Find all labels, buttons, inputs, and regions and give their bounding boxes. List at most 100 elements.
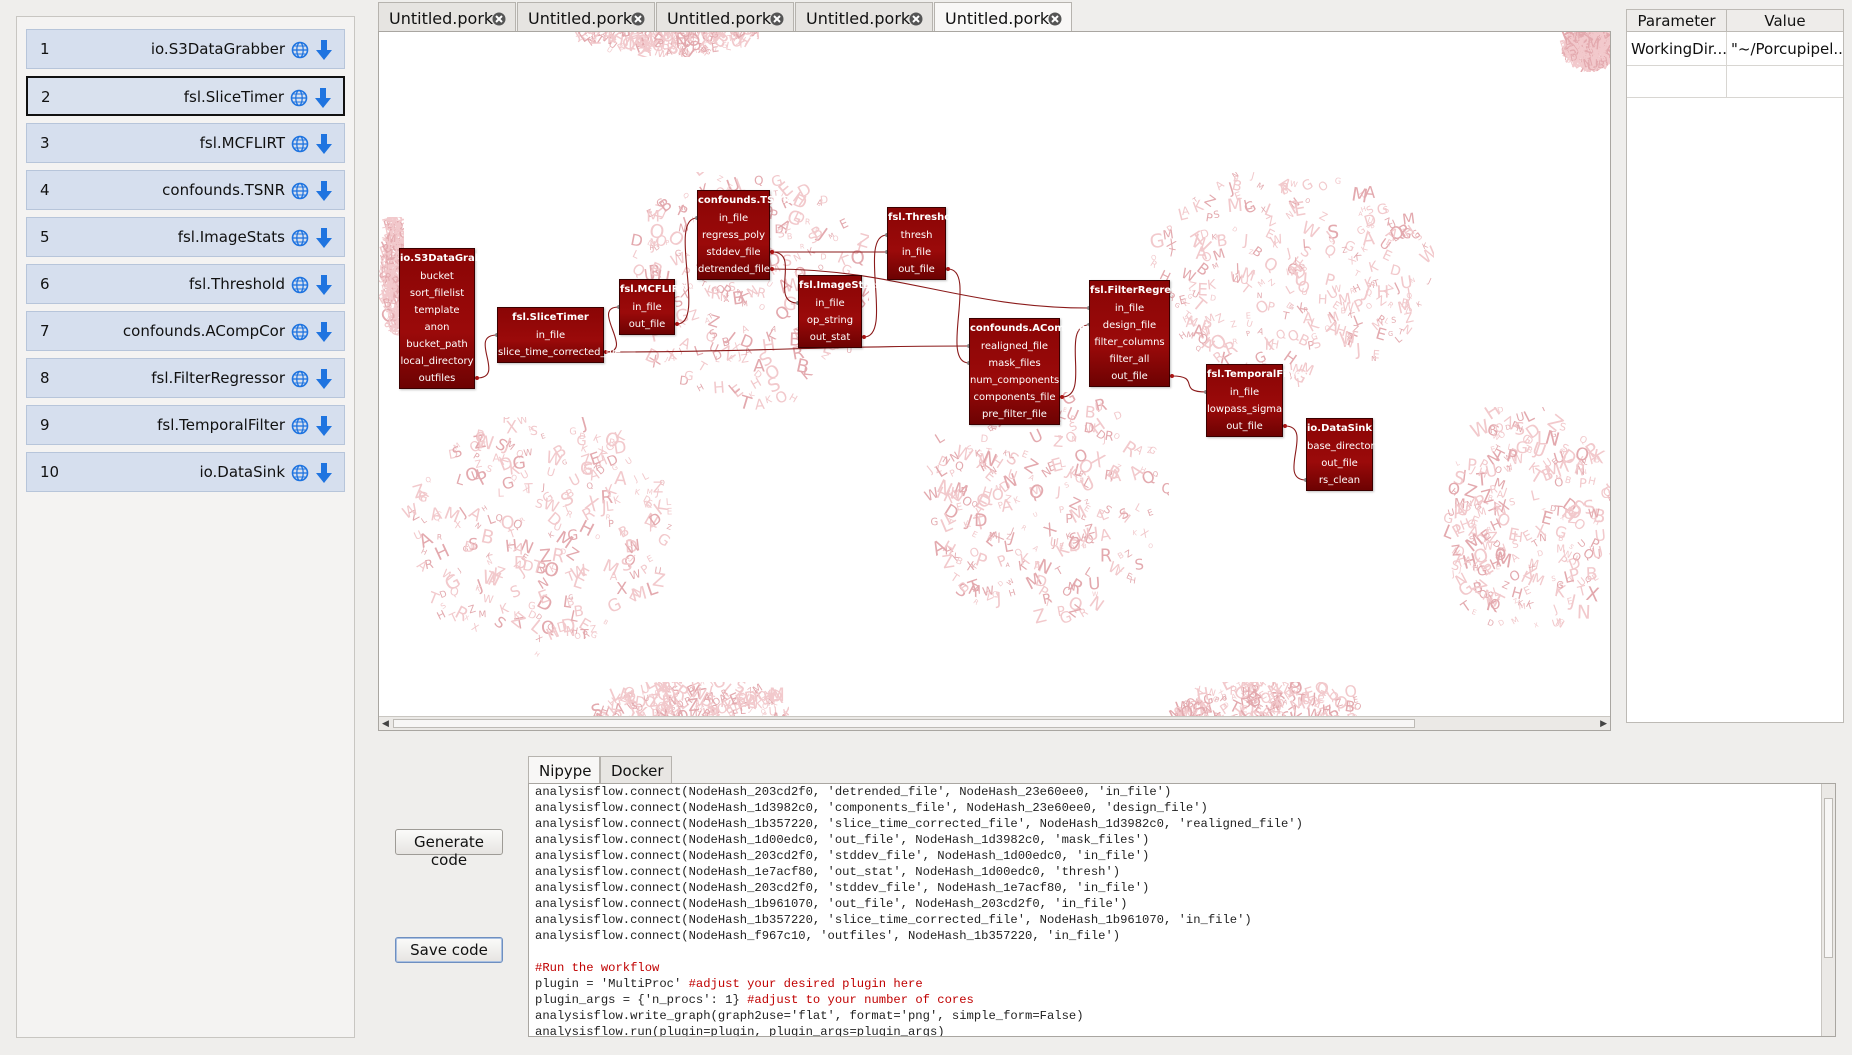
code-text[interactable]: analysisflow.connect(NodeHash_203cd2f0, …: [535, 784, 1303, 1036]
output-port-dot[interactable]: [1170, 374, 1174, 378]
output-port-dot[interactable]: [675, 322, 679, 326]
graph-node-port[interactable]: out_stat: [799, 329, 861, 346]
graph-node-port[interactable]: stddev_file: [698, 244, 769, 261]
close-tab-icon[interactable]: [1048, 12, 1062, 26]
globe-icon[interactable]: [291, 135, 309, 153]
download-arrow-icon[interactable]: [316, 415, 332, 437]
workflow-canvas[interactable]: MAMRBPDAQSJPWHUEAQAOXAPHWGASWRDGDUOBZMGO…: [378, 31, 1611, 731]
vertical-scroll-thumb[interactable]: [1824, 798, 1833, 958]
graph-node-port[interactable]: mask_files: [970, 355, 1059, 372]
node-list-item[interactable]: 3 fsl.MCFLIRT: [26, 123, 345, 163]
globe-icon[interactable]: [291, 464, 309, 482]
file-tab[interactable]: Untitled.pork: [934, 2, 1072, 33]
graph-node-port[interactable]: regress_poly: [698, 227, 769, 244]
download-arrow-icon[interactable]: [316, 133, 332, 155]
output-port-dot[interactable]: [862, 335, 866, 339]
node-list-item[interactable]: 6 fsl.Threshold: [26, 264, 345, 304]
output-port-dot[interactable]: [1060, 395, 1064, 399]
code-editor[interactable]: analysisflow.connect(NodeHash_203cd2f0, …: [528, 783, 1836, 1037]
file-tab[interactable]: Untitled.pork: [517, 2, 655, 32]
node-list-item[interactable]: 7 confounds.ACompCor: [26, 311, 345, 351]
globe-icon[interactable]: [290, 89, 308, 107]
globe-icon[interactable]: [291, 229, 309, 247]
file-tab[interactable]: Untitled.pork: [656, 2, 794, 32]
graph-node-port[interactable]: in_file: [620, 299, 674, 316]
download-arrow-icon[interactable]: [316, 227, 332, 249]
parameter-column-header[interactable]: Parameter: [1627, 10, 1727, 32]
graph-node-port[interactable]: filter_all: [1090, 351, 1169, 368]
graph-node-port[interactable]: in_file: [888, 244, 945, 261]
download-arrow-icon[interactable]: [316, 180, 332, 202]
download-arrow-icon[interactable]: [316, 368, 332, 390]
graph-node-port[interactable]: outfiles: [400, 370, 474, 387]
graph-node-filtreg[interactable]: fsl.FilterRegressor in_file design_file fil…: [1089, 280, 1195, 387]
graph-node-slice[interactable]: fsl.SliceTimer in_file slice_time_correcte…: [497, 307, 621, 363]
node-list-item[interactable]: 10 io.DataSink: [26, 452, 345, 492]
globe-icon[interactable]: [291, 323, 309, 341]
graph-node-port[interactable]: out_file: [888, 261, 945, 278]
graph-node-port[interactable]: op_string: [799, 312, 861, 329]
tab-nipype[interactable]: Nipype: [528, 756, 600, 783]
graph-node-acompcor[interactable]: confounds.ACompCor realigned_file mask_fil…: [969, 318, 1091, 425]
graph-node-port[interactable]: in_file: [799, 295, 861, 312]
output-port-dot[interactable]: [946, 267, 950, 271]
graph-node-sink[interactable]: io.DataSink base_directory out_file rs_clea…: [1306, 418, 1381, 491]
node-list-item[interactable]: 2 fsl.SliceTimer: [26, 76, 345, 116]
parameter-cell[interactable]: WorkingDir...: [1627, 32, 1727, 66]
graph-node-port[interactable]: thresh: [888, 227, 945, 244]
scroll-right-arrow-icon[interactable]: ▶: [1600, 719, 1607, 729]
connection-wire[interactable]: [947, 268, 970, 364]
graph-node-port[interactable]: in_file: [698, 210, 769, 227]
graph-node-port[interactable]: realigned_file: [970, 338, 1059, 355]
connection-wire[interactable]: [605, 345, 970, 353]
graph-node-port[interactable]: out_file: [620, 316, 674, 333]
value-column-header[interactable]: Value: [1727, 10, 1843, 32]
close-tab-icon[interactable]: [909, 12, 923, 26]
graph-node-port[interactable]: filter_columns: [1090, 334, 1169, 351]
output-port-dot[interactable]: [1283, 424, 1287, 428]
graph-node-port[interactable]: bucket_path: [400, 336, 474, 353]
close-tab-icon[interactable]: [492, 12, 506, 26]
file-tab[interactable]: Untitled.pork: [795, 2, 933, 32]
empty-parameter-cell[interactable]: [1627, 66, 1727, 98]
globe-icon[interactable]: [291, 41, 309, 59]
graph-node-port[interactable]: pre_filter_file: [970, 406, 1059, 423]
graph-node-port[interactable]: out_file: [1090, 368, 1169, 385]
node-list-item[interactable]: 9 fsl.TemporalFilter: [26, 405, 345, 445]
connection-wire[interactable]: [771, 251, 799, 304]
graph-node-port[interactable]: design_file: [1090, 317, 1169, 334]
node-list-item[interactable]: 5 fsl.ImageStats: [26, 217, 345, 257]
graph-node-port[interactable]: bucket: [400, 268, 474, 285]
value-cell[interactable]: "~/Porcupipel...: [1727, 32, 1843, 66]
output-port-dot[interactable]: [475, 376, 479, 380]
graph-node-port[interactable]: local_directory: [400, 353, 474, 370]
download-arrow-icon[interactable]: [316, 39, 332, 61]
generate-code-button[interactable]: Generate code: [395, 829, 503, 869]
download-arrow-icon[interactable]: [316, 462, 332, 484]
empty-value-cell[interactable]: [1727, 66, 1843, 98]
graph-node-port[interactable]: template: [400, 302, 474, 319]
graph-node-port[interactable]: num_components: [970, 372, 1059, 389]
graph-node-port[interactable]: components_file: [970, 389, 1059, 406]
save-code-button[interactable]: Save code: [395, 937, 503, 963]
node-list-item[interactable]: 4 confounds.TSNR: [26, 170, 345, 210]
scroll-left-arrow-icon[interactable]: ◀: [382, 719, 389, 729]
graph-node-port[interactable]: out_file: [1307, 455, 1372, 472]
globe-icon[interactable]: [291, 417, 309, 435]
file-tab[interactable]: Untitled.pork: [378, 2, 516, 32]
graph-node-thresh[interactable]: fsl.Threshold thresh in_file out_file: [887, 207, 962, 280]
graph-node-port[interactable]: anon: [400, 319, 474, 336]
globe-icon[interactable]: [291, 370, 309, 388]
horizontal-scroll-thumb[interactable]: [393, 719, 1415, 728]
download-arrow-icon[interactable]: [316, 321, 332, 343]
graph-node-port[interactable]: lowpass_sigma: [1207, 401, 1282, 418]
connection-wire[interactable]: [476, 334, 498, 379]
graph-node-port[interactable]: out_file: [1207, 418, 1282, 435]
download-arrow-icon[interactable]: [316, 274, 332, 296]
output-port-dot[interactable]: [770, 250, 774, 254]
download-arrow-icon[interactable]: [315, 87, 331, 109]
graph-node-port[interactable]: sort_filelist: [400, 285, 474, 302]
graph-node-s3[interactable]: io.S3DataGrabber bucket sort_filelist templ…: [399, 248, 501, 389]
close-tab-icon[interactable]: [631, 12, 645, 26]
graph-node-port[interactable]: in_file: [1207, 384, 1282, 401]
